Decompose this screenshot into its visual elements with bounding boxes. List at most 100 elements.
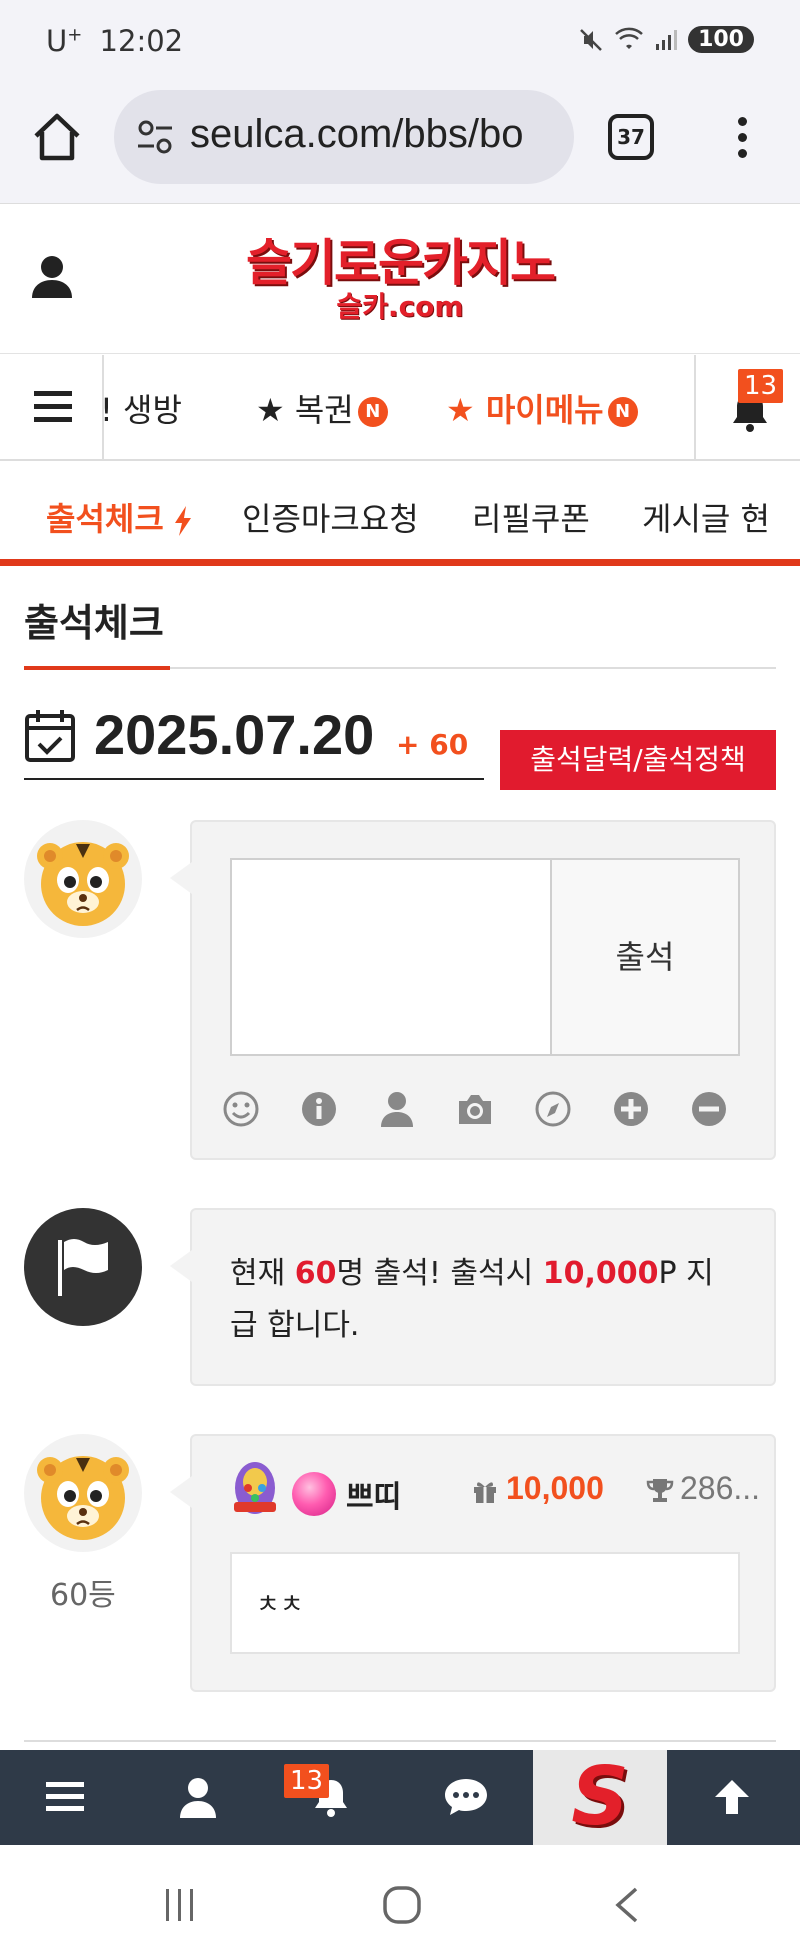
- comment-text: ㅊㅊ: [256, 1590, 304, 1620]
- bottom-user-button[interactable]: [133, 1750, 266, 1845]
- site-s-logo[interactable]: S: [533, 1750, 667, 1845]
- notice-count: 60: [294, 1256, 337, 1291]
- site-settings-icon[interactable]: [134, 116, 176, 158]
- score-value: 286...: [680, 1470, 761, 1506]
- notification-count-badge: 13: [738, 369, 784, 403]
- url-text[interactable]: seulca.com/bbs/bo: [190, 112, 524, 157]
- calendar-check-icon: [25, 710, 75, 762]
- attendance-submit-button[interactable]: 출석: [550, 858, 740, 1056]
- tab-post-status[interactable]: 게시글 현: [642, 494, 770, 540]
- attendance-message-input[interactable]: [230, 858, 552, 1056]
- more-options-icon[interactable]: [730, 114, 754, 162]
- date-row: 2025.07.20 + 60: [24, 700, 484, 780]
- s-logo-icon: S: [571, 1750, 629, 1843]
- hamburger-icon: [46, 1782, 84, 1811]
- wifi-icon: [615, 27, 643, 49]
- attendance-rank: 60등: [50, 1578, 116, 1613]
- attendance-comment: 쁘띠 10,000 286... ㅊㅊ: [170, 1434, 776, 1692]
- logo-sub-text: 슬카.com: [336, 290, 464, 323]
- emoticon-icon[interactable]: [222, 1090, 260, 1128]
- home-circle-icon[interactable]: [382, 1885, 422, 1925]
- nickname[interactable]: 쁘띠: [346, 1472, 401, 1516]
- nav-item-mymenu[interactable]: ★ 마이메뉴 N: [446, 385, 638, 431]
- battery-indicator: 100: [688, 26, 754, 53]
- attendance-notice: 현재 60명 출석! 출석시 10,000P 지급 합니다.: [170, 1208, 776, 1386]
- android-navigation-bar: [0, 1845, 800, 1956]
- user-icon[interactable]: [30, 254, 74, 300]
- info-icon[interactable]: [300, 1090, 338, 1128]
- nav-item-live[interactable]: ! 생방: [104, 385, 182, 431]
- minus-circle-icon[interactable]: [690, 1090, 728, 1128]
- site-header: 슬기로운카지노 슬카.com: [0, 204, 800, 354]
- tab-switcher-button[interactable]: 37: [608, 114, 654, 160]
- user-icon[interactable]: [378, 1090, 416, 1128]
- site-logo[interactable]: 슬기로운카지노 슬카.com: [220, 234, 580, 334]
- notice-pre: 현재: [230, 1256, 295, 1291]
- gift-icon: [474, 1482, 496, 1503]
- main-nav: ! 생방 ★ 복권 N ★ 마이메뉴 N 13: [0, 355, 800, 461]
- avatar: [24, 1434, 142, 1552]
- bottom-toolbar: 13 S: [0, 1750, 800, 1845]
- attendance-date: 2025.07.20: [94, 703, 375, 766]
- level-icon: [234, 1462, 276, 1514]
- title-underline: [24, 666, 170, 670]
- nav-item-mymenu-label: ★ 마이메뉴: [446, 391, 604, 429]
- trophy-icon: [646, 1479, 674, 1502]
- page-title: 출석체크: [24, 601, 164, 645]
- carrier: U: [46, 24, 68, 58]
- browser-toolbar: seulca.com/bbs/bo 37: [0, 84, 800, 204]
- notification-button[interactable]: 13: [694, 355, 800, 459]
- main-nav-items: ! 생방 ★ 복권 N ★ 마이메뉴 N: [104, 355, 694, 459]
- notice-points: 10,000: [542, 1256, 659, 1291]
- comment-header: 쁘띠 10,000 286...: [228, 1452, 760, 1522]
- new-badge: N: [357, 397, 388, 427]
- nav-item-lottery-label: ★ 복권: [256, 391, 354, 429]
- tab-cert-mark[interactable]: 인증마크요청: [242, 494, 419, 540]
- bottom-menu-button[interactable]: [0, 1750, 133, 1845]
- comment-content: ㅊㅊ: [230, 1552, 740, 1654]
- candy-icon: [292, 1472, 336, 1516]
- tiger-avatar-icon: [37, 1456, 129, 1540]
- signal-icon: [656, 29, 678, 50]
- tab-refill-coupon[interactable]: 리필쿠폰: [472, 494, 590, 540]
- section-divider: [24, 1740, 776, 1742]
- camera-icon[interactable]: [456, 1090, 494, 1128]
- chat-icon: [445, 1779, 487, 1815]
- flag-icon: [58, 1239, 108, 1296]
- logo-main-text: 슬기로운카지노: [246, 234, 556, 292]
- tab-attendance-label: 출석체크: [46, 500, 164, 538]
- scroll-top-button[interactable]: [667, 1750, 800, 1845]
- sub-nav: 출석체크 인증마크요청 리필쿠폰 게시글 현: [0, 462, 800, 566]
- notification-count-badge: 13: [284, 1764, 330, 1798]
- points-value: 10,000: [506, 1470, 604, 1506]
- mute-icon: [580, 28, 602, 51]
- status-right: 100: [578, 26, 754, 53]
- tab-attendance[interactable]: 출석체크: [46, 494, 193, 540]
- notice-mid: 명 출석! 출석시: [336, 1256, 543, 1291]
- attendance-calendar-button[interactable]: 출석달력/출석정책: [500, 730, 776, 790]
- lightning-icon: [174, 506, 191, 536]
- back-icon[interactable]: [612, 1885, 642, 1925]
- attendance-form: 출석: [170, 820, 776, 1160]
- tiger-avatar-icon: [37, 842, 129, 926]
- user-icon: [180, 1778, 216, 1818]
- carrier-sup: +: [67, 24, 83, 46]
- compass-icon[interactable]: [534, 1090, 572, 1128]
- menu-button[interactable]: [0, 355, 104, 459]
- status-left: U+ 12:02: [46, 24, 183, 58]
- attendance-count: + 60: [396, 728, 469, 761]
- new-badge: N: [607, 397, 638, 427]
- notice-text: 현재 60명 출석! 출석시 10,000P 지급 합니다.: [230, 1248, 740, 1352]
- hamburger-icon: [34, 391, 72, 423]
- avatar: [24, 820, 142, 938]
- home-icon[interactable]: [30, 110, 84, 164]
- status-bar: U+ 12:02 100: [0, 0, 800, 84]
- arrow-up-icon: [715, 1780, 749, 1814]
- bottom-chat-button[interactable]: [399, 1750, 532, 1845]
- plus-circle-icon[interactable]: [612, 1090, 650, 1128]
- recent-apps-icon[interactable]: [162, 1887, 198, 1923]
- url-bar[interactable]: seulca.com/bbs/bo: [114, 90, 574, 184]
- nav-item-lottery[interactable]: ★ 복권 N: [256, 385, 388, 431]
- flag-avatar: [24, 1208, 142, 1326]
- editor-toolbar: [222, 1090, 742, 1130]
